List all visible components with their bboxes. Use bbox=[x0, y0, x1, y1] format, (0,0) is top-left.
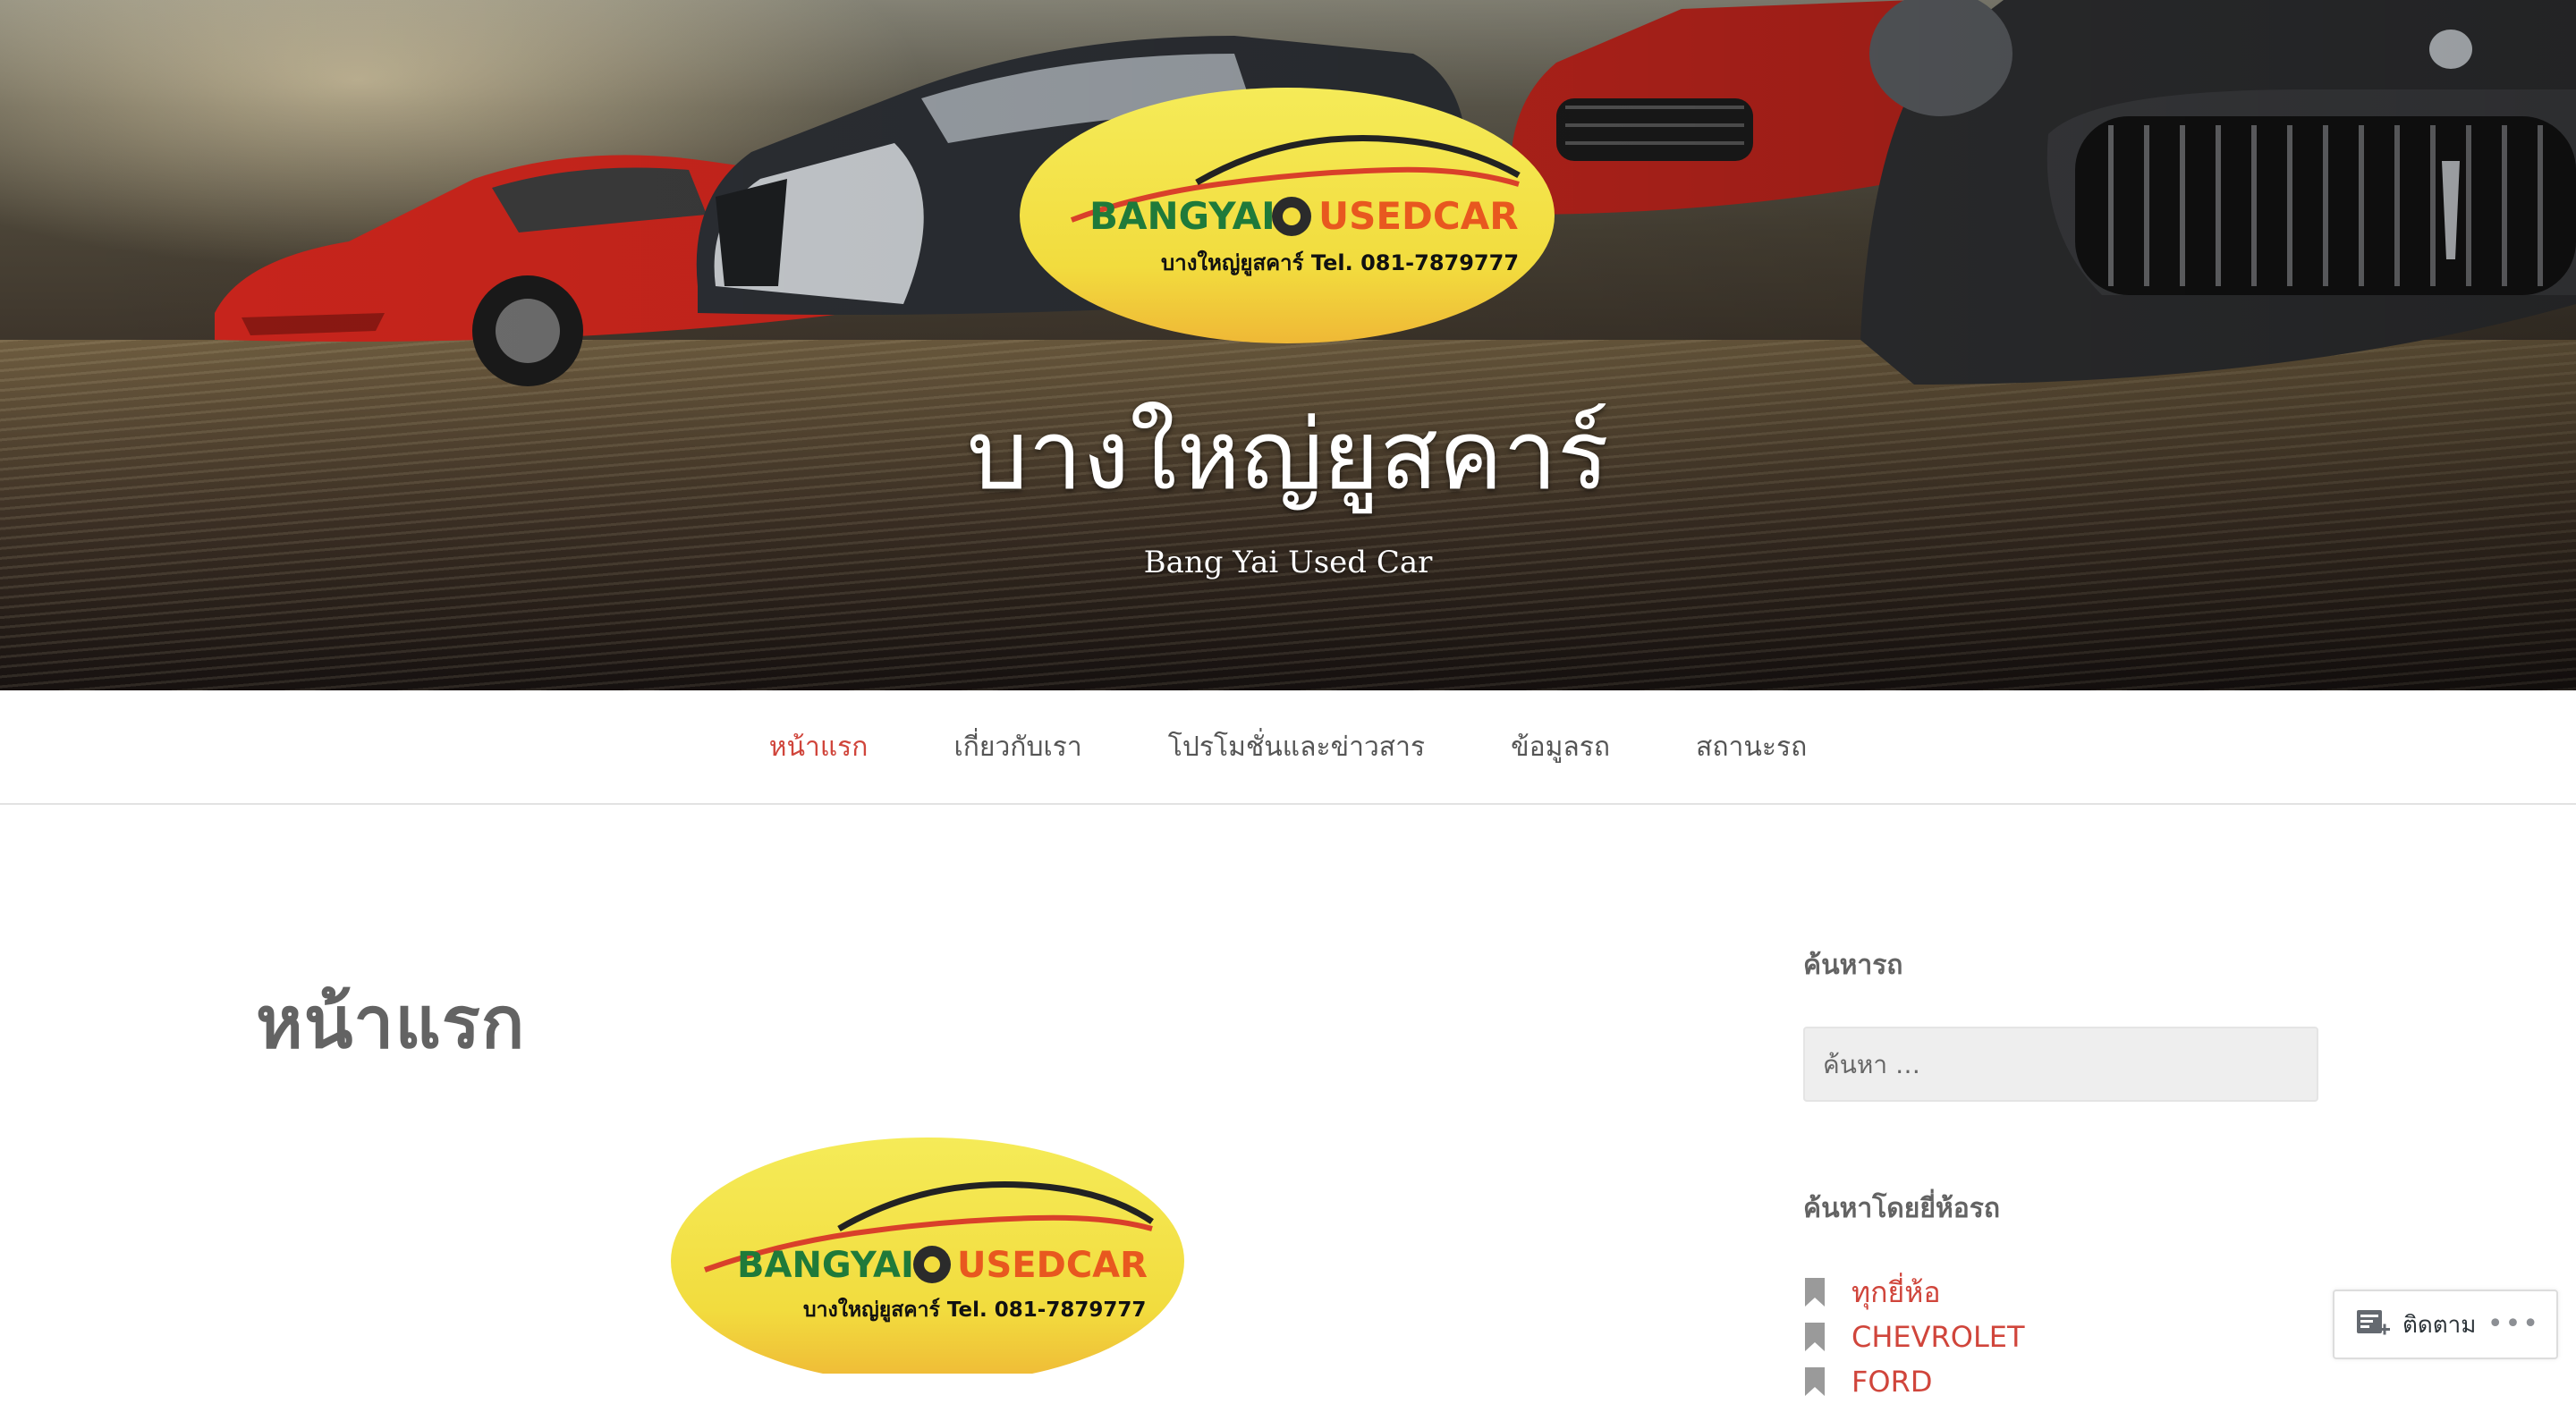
nav-item-promotions-news[interactable]: โปรโมชั่นและข่าวสาร bbox=[1168, 726, 1425, 768]
brand-link-ford[interactable]: FORD bbox=[1852, 1365, 1932, 1399]
nav-item-about[interactable]: เกี่ยวกับเรา bbox=[953, 726, 1081, 768]
brand-list: ทุกยี่ห้อ CHEVROLET FORD bbox=[1803, 1270, 2025, 1404]
search-widget-title: ค้นหารถ bbox=[1803, 950, 1903, 981]
site-title[interactable]: บางใหญ่ยูสคาร์ bbox=[0, 393, 2576, 519]
logo-brand-right: USEDCAR bbox=[1318, 194, 1519, 238]
logo-brand-left: BANGYAI bbox=[1089, 194, 1275, 238]
site-description: Bang Yai Used Car bbox=[1143, 545, 1433, 580]
follow-button[interactable]: ติดตาม ••• bbox=[2333, 1290, 2558, 1359]
brand-link-all[interactable]: ทุกยี่ห้อ bbox=[1852, 1270, 1941, 1315]
bookmark-icon bbox=[1805, 1323, 1825, 1351]
content-logo-tagline: บางใหญ่ยูสคาร์ Tel. 081-7879777 bbox=[803, 1297, 1146, 1323]
search-input[interactable] bbox=[1803, 1027, 2318, 1102]
content-logo-image[interactable]: BANGYAI USEDCAR บางใหญ่ยูสคาร์ Tel. 081-… bbox=[669, 1136, 1186, 1374]
list-item: FORD bbox=[1803, 1359, 2025, 1404]
main-navigation: หน้าแรก เกี่ยวกับเรา โปรโมชั่นและข่าวสาร… bbox=[0, 690, 2576, 805]
content-logo-brand-left: BANGYAI bbox=[737, 1245, 914, 1286]
nav-item-car-status[interactable]: สถานะรถ bbox=[1696, 726, 1807, 768]
page-title: หน้าแรก bbox=[256, 981, 526, 1064]
follow-label: ติดตาม bbox=[2402, 1311, 2477, 1339]
nav-item-car-info[interactable]: ข้อมูลรถ bbox=[1511, 726, 1610, 768]
brand-link-chevrolet[interactable]: CHEVROLET bbox=[1852, 1320, 2025, 1354]
reader-follow-icon bbox=[2357, 1310, 2390, 1335]
list-item: CHEVROLET bbox=[1803, 1315, 2025, 1359]
logo-tagline: บางใหญ่ยูสคาร์ Tel. 081-7879777 bbox=[1161, 250, 1519, 276]
header-image: BANGYAI USEDCAR บางใหญ่ยูสคาร์ Tel. 081-… bbox=[0, 0, 2576, 690]
site-logo[interactable]: BANGYAI USEDCAR บางใหญ่ยูสคาร์ Tel. 081-… bbox=[1018, 86, 1556, 345]
brand-widget-title: ค้นหาโดยยี่ห้อรถ bbox=[1803, 1193, 2001, 1224]
bookmark-icon bbox=[1805, 1278, 1825, 1307]
nav-item-home[interactable]: หน้าแรก bbox=[769, 726, 869, 768]
list-item: ทุกยี่ห้อ bbox=[1803, 1270, 2025, 1315]
more-options-button[interactable]: ••• bbox=[2487, 1311, 2540, 1338]
content-logo-brand-right: USEDCAR bbox=[957, 1245, 1148, 1286]
